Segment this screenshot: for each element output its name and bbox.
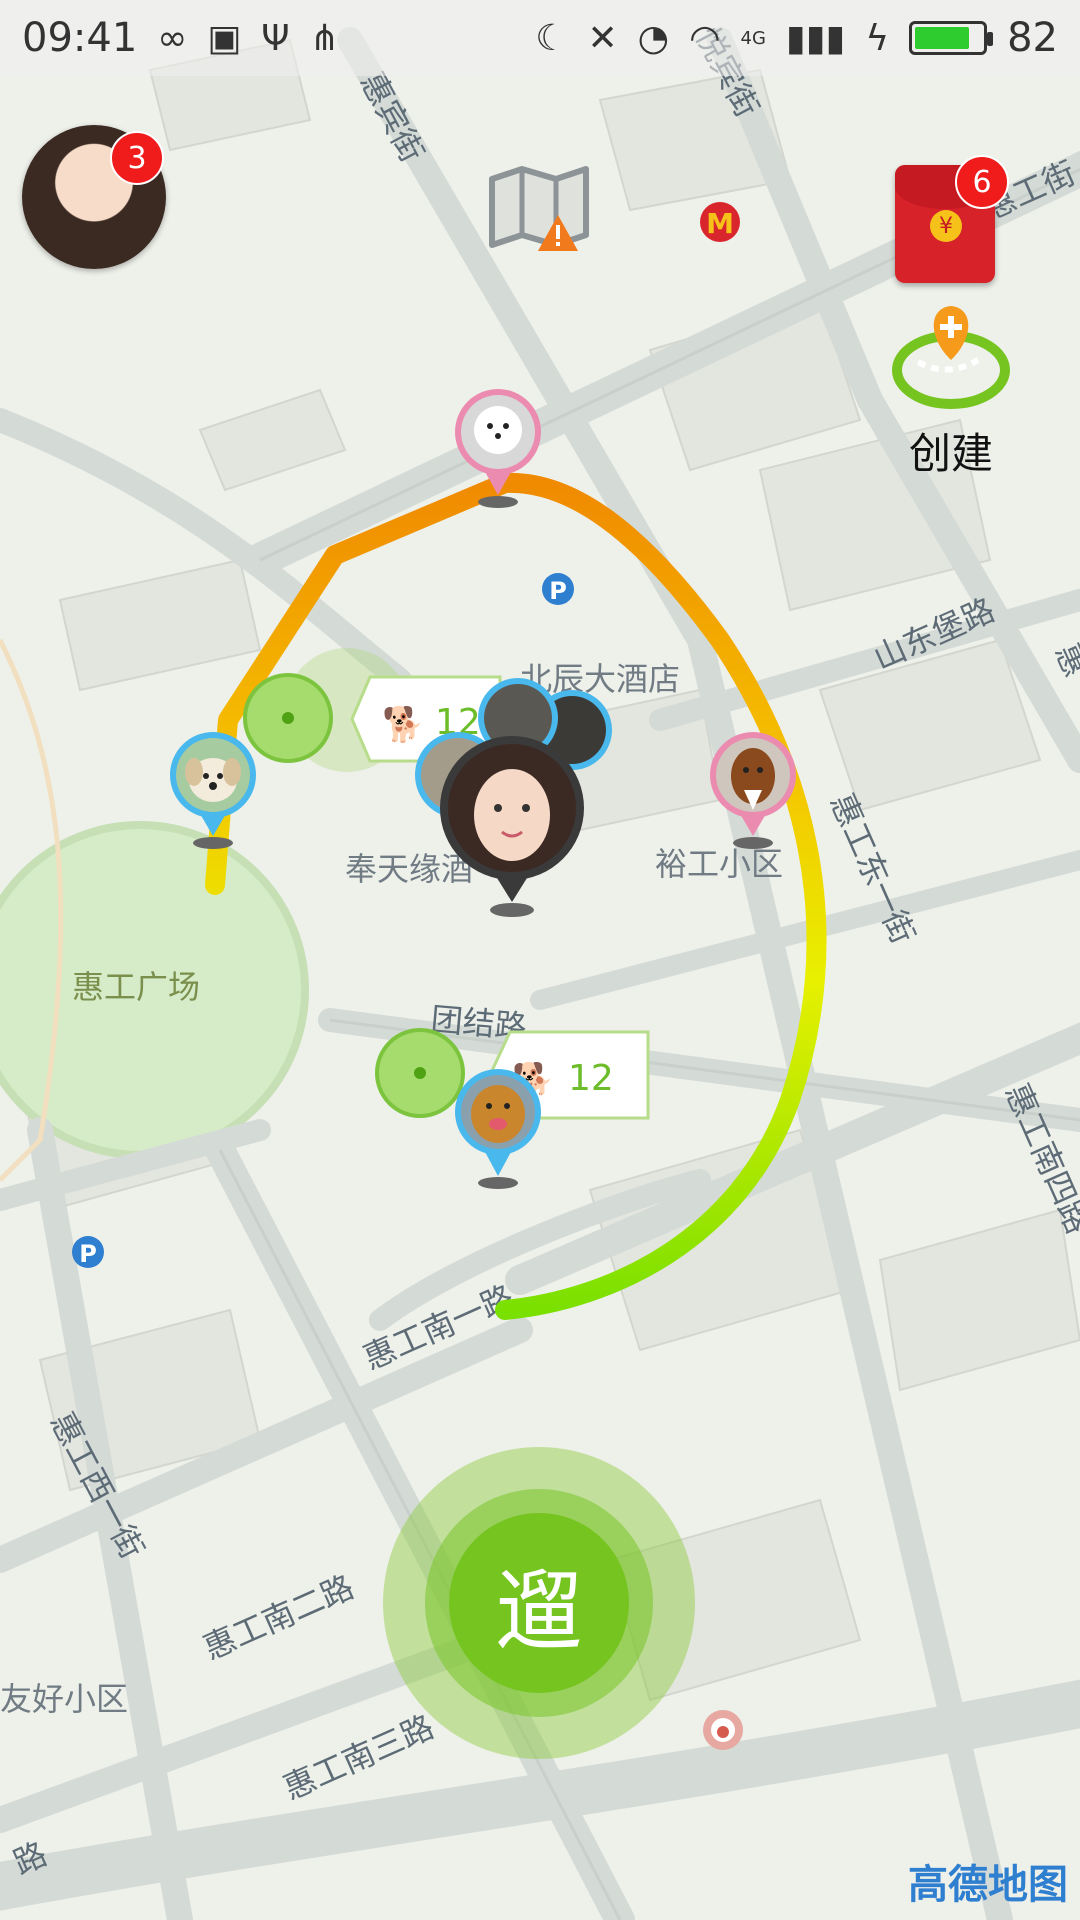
dog-walk-icon: 🐕 <box>382 705 424 745</box>
time-display: 09:41 <box>22 15 138 61</box>
wifi-icon: ◠ <box>689 17 721 59</box>
route-plus-icon <box>892 306 1010 409</box>
coin-icon: ¥ <box>930 210 962 242</box>
place-label: 奉天缘酒 <box>345 850 473 888</box>
svg-text:P: P <box>549 577 567 605</box>
battery-level: 82 <box>1007 15 1058 61</box>
svg-text:M: M <box>706 207 734 240</box>
profile-avatar-button[interactable]: 3 <box>22 125 166 269</box>
map-warning-icon[interactable] <box>488 165 592 253</box>
walk-button-label: 遛 <box>449 1513 629 1693</box>
mute-icon: ✕ <box>587 17 618 59</box>
red-envelope-badge: 6 <box>955 155 1009 209</box>
share-icon: ⋔ <box>309 17 340 59</box>
walk-group-marker[interactable] <box>375 1028 465 1118</box>
mcdonalds-icon[interactable]: M <box>700 202 740 242</box>
usb-icon: Ψ <box>261 17 290 59</box>
amap-logo: 高德地图 <box>908 1862 1068 1908</box>
alarm-icon: ◔ <box>637 17 670 59</box>
image-icon: ▣ <box>207 17 242 59</box>
moon-icon: ☾ <box>535 17 568 59</box>
charging-icon: ϟ <box>865 17 890 59</box>
place-label: 裕工小区 <box>655 845 783 883</box>
create-label: 创建 <box>908 429 993 478</box>
place-label: 惠工广场 <box>72 968 200 1006</box>
status-bar: 09:41 ∞ ▣ Ψ ⋔ ☾ ✕ ◔ ◠ 4G ▮▮▮ ϟ 82 <box>0 0 1080 76</box>
parking-icon[interactable]: P <box>72 1236 104 1268</box>
walk-count: 12 <box>568 1058 614 1099</box>
create-route-button[interactable]: 创建 <box>888 300 1014 478</box>
red-envelope-button[interactable]: ¥ 6 <box>895 155 1009 283</box>
network-type: 4G <box>740 27 766 49</box>
parking-icon[interactable]: P <box>542 573 574 605</box>
svg-text:P: P <box>79 1240 97 1268</box>
walk-button[interactable]: 遛 <box>383 1447 695 1759</box>
fire-station-icon[interactable] <box>703 1710 743 1750</box>
place-label: 友好小区 <box>0 1680 128 1718</box>
infinity-icon: ∞ <box>157 17 188 59</box>
notification-badge: 3 <box>110 131 164 185</box>
signal-icon: ▮▮▮ <box>785 17 846 59</box>
battery-icon <box>909 21 994 55</box>
